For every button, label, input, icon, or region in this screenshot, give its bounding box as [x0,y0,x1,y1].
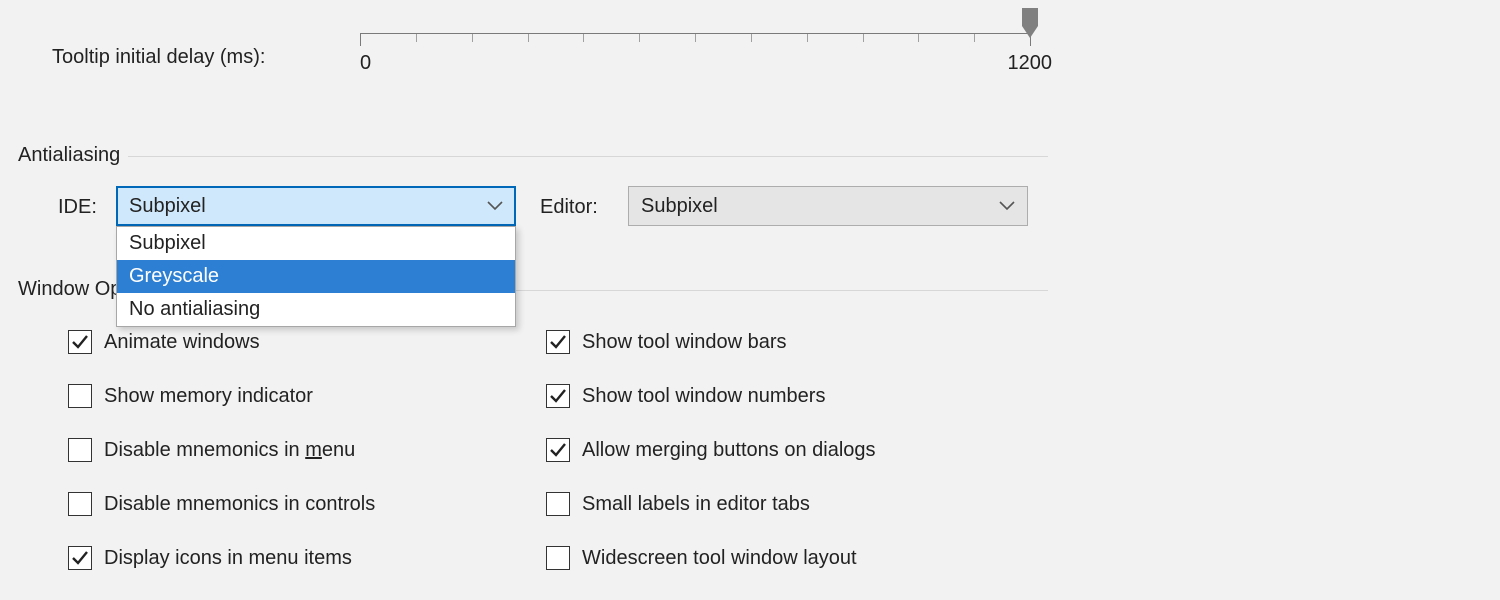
antialiasing-group-rule [128,156,1048,157]
slider-max-label: 1200 [1008,52,1053,75]
tooltip-delay-slider[interactable]: 0 1200 [360,30,1030,78]
ide-antialiasing-combo[interactable]: Subpixel [116,186,516,226]
checkbox[interactable] [546,492,570,516]
checkbox-label: Widescreen tool window layout [582,547,857,570]
checkbox[interactable] [546,330,570,354]
dropdown-option[interactable]: Greyscale [117,260,515,293]
checkbox-row[interactable]: Allow merging buttons on dialogs [546,438,876,462]
slider-labels: 0 1200 [360,52,1030,78]
slider-tick [918,34,919,42]
checkbox[interactable] [68,492,92,516]
slider-tick [695,34,696,42]
slider-tick [360,34,361,46]
checkbox-label: Show tool window bars [582,331,787,354]
checkbox[interactable] [68,330,92,354]
slider-tick [472,34,473,42]
checkbox[interactable] [68,438,92,462]
slider-tick [974,34,975,42]
chevron-down-icon [999,201,1015,211]
antialiasing-group-label: Antialiasing [18,144,120,167]
checkbox-row[interactable]: Disable mnemonics in controls [68,492,375,516]
checkbox-label: Small labels in editor tabs [582,493,810,516]
slider-thumb[interactable] [1021,8,1039,38]
slider-tick [583,34,584,42]
checkbox-row[interactable]: Small labels in editor tabs [546,492,810,516]
slider-tick [416,34,417,42]
checkbox-label: Show memory indicator [104,385,313,408]
checkbox-label: Allow merging buttons on dialogs [582,439,876,462]
ide-antialiasing-label: IDE: [58,196,97,219]
checkbox[interactable] [68,546,92,570]
dropdown-option[interactable]: No antialiasing [117,293,515,326]
checkbox-row[interactable]: Disable mnemonics in menu [68,438,355,462]
checkbox-label: Show tool window numbers [582,385,825,408]
checkbox[interactable] [546,438,570,462]
slider-tick [807,34,808,42]
checkbox-row[interactable]: Display icons in menu items [68,546,352,570]
slider-tick [639,34,640,42]
slider-tick [863,34,864,42]
chevron-down-icon [487,201,503,211]
checkbox-label: Animate windows [104,331,260,354]
checkbox-label: Display icons in menu items [104,547,352,570]
editor-antialiasing-value: Subpixel [641,195,999,218]
checkbox-row[interactable]: Widescreen tool window layout [546,546,857,570]
checkbox[interactable] [546,384,570,408]
editor-antialiasing-label: Editor: [540,196,598,219]
checkbox-row[interactable]: Show memory indicator [68,384,313,408]
checkbox-row[interactable]: Show tool window numbers [546,384,825,408]
editor-antialiasing-combo[interactable]: Subpixel [628,186,1028,226]
checkbox-label: Disable mnemonics in menu [104,439,355,462]
checkbox-label: Disable mnemonics in controls [104,493,375,516]
tooltip-delay-label: Tooltip initial delay (ms): [52,46,265,69]
slider-track [360,30,1030,36]
slider-tick [751,34,752,42]
slider-tick [528,34,529,42]
checkbox[interactable] [546,546,570,570]
dropdown-option[interactable]: Subpixel [117,227,515,260]
checkbox[interactable] [68,384,92,408]
ide-antialiasing-dropdown[interactable]: SubpixelGreyscaleNo antialiasing [116,226,516,327]
settings-pane: Tooltip initial delay (ms): 0 1200 Antia… [0,0,1500,600]
ide-antialiasing-value: Subpixel [129,195,487,218]
slider-min-label: 0 [360,52,371,75]
checkbox-row[interactable]: Animate windows [68,330,260,354]
checkbox-row[interactable]: Show tool window bars [546,330,787,354]
